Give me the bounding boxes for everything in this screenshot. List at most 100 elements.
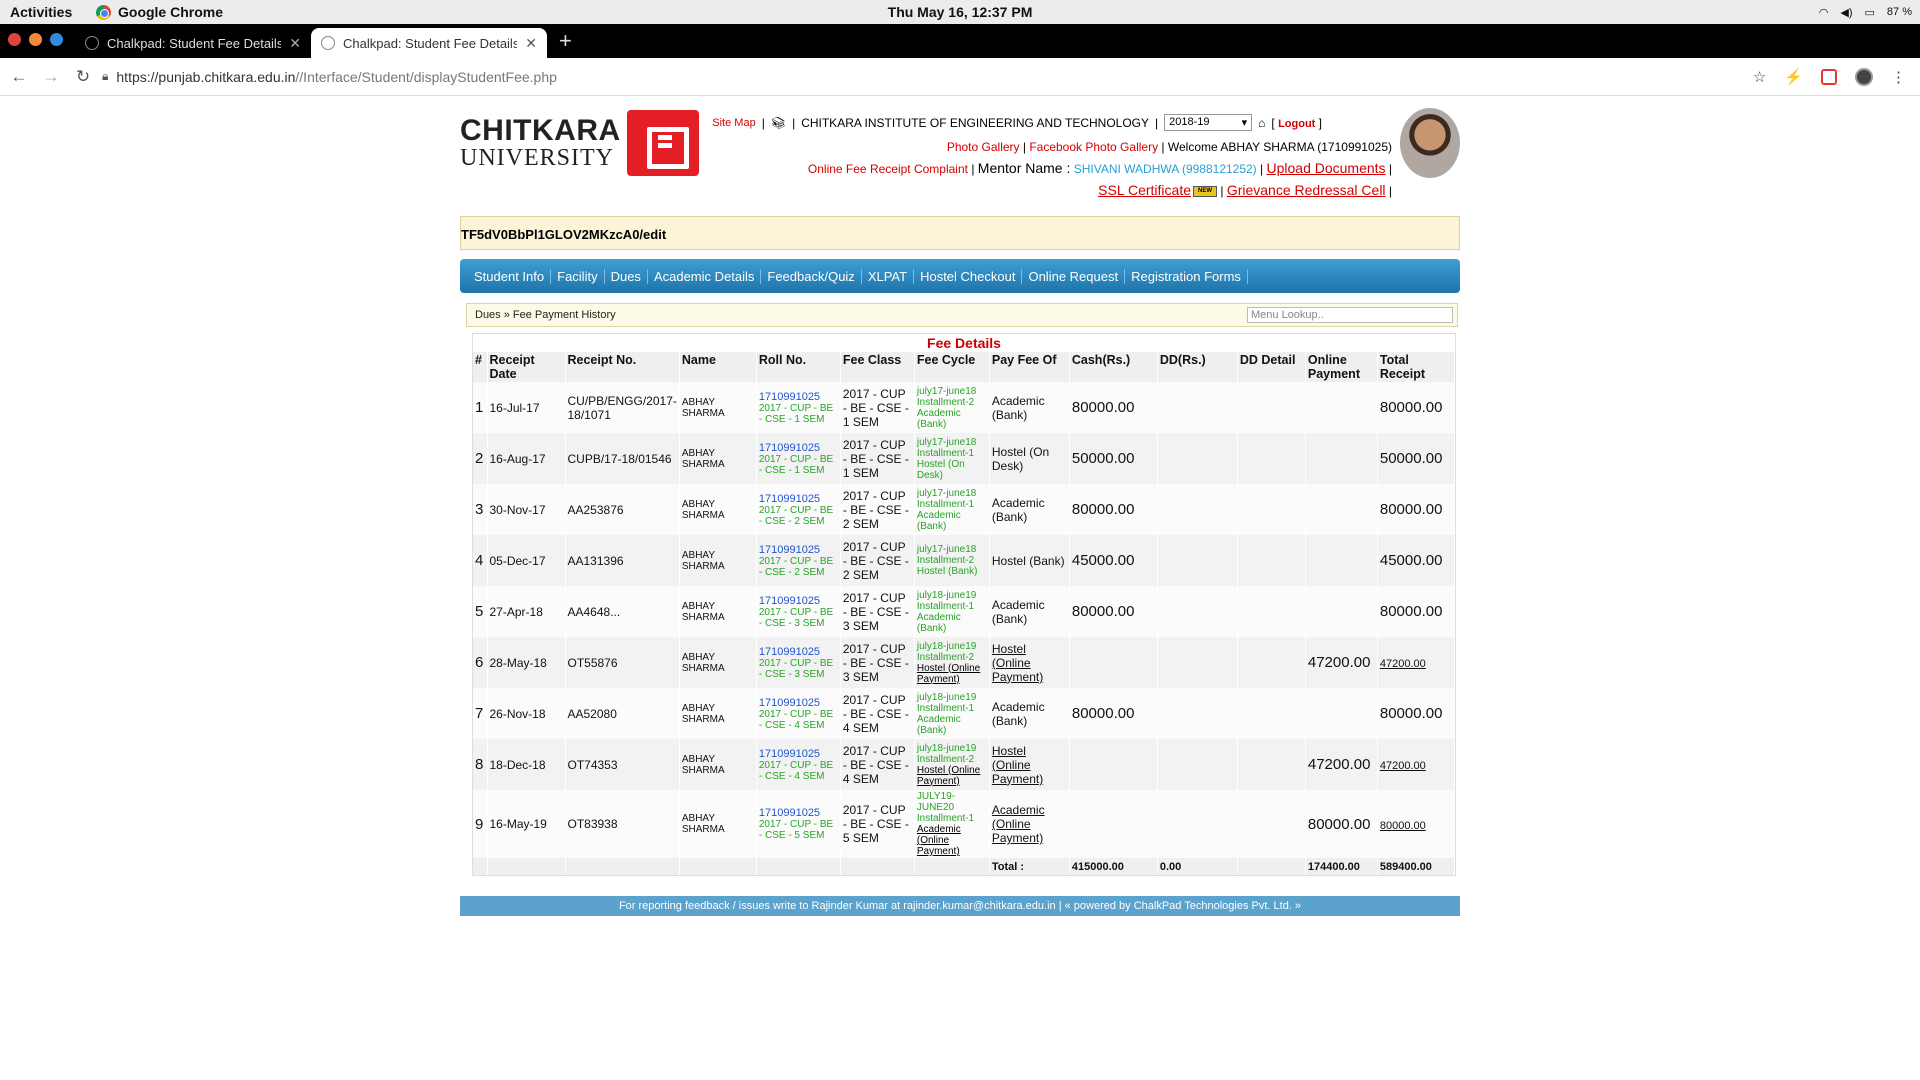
column-header: Total Receipt (1377, 352, 1456, 382)
new-tab-icon[interactable]: + (547, 28, 584, 58)
activities-button[interactable]: Activities (0, 4, 96, 20)
session-select[interactable]: 2018-19 ▾ (1164, 114, 1253, 131)
menu-student-info[interactable]: Student Info (468, 268, 552, 284)
menu-dues[interactable]: Dues (605, 268, 648, 284)
pay-fee-of[interactable]: Hostel (Online Payment) (992, 642, 1043, 684)
photo-gallery-link[interactable]: Photo Gallery (947, 140, 1020, 154)
fee-cycle-link[interactable]: Hostel (Online Payment) (917, 663, 980, 685)
grievance-link[interactable]: Grievance Redressal Cell (1227, 182, 1386, 198)
online-payment (1305, 382, 1378, 433)
total-cash: 415000.00 (1069, 858, 1158, 875)
fee-class: 2017 - CUP - BE - CSE - 4 SEM (840, 688, 915, 739)
facebook-gallery-link[interactable]: Facebook Photo Gallery (1029, 140, 1158, 154)
table-row: 1 16-Jul-17 CU/PB/ENGG/2017-18/1071 ABHAY S… (473, 382, 1456, 433)
books-icon[interactable]: 📚︎ (771, 116, 786, 130)
total-receipt-value: 80000.00 (1379, 603, 1443, 620)
pay-fee-of: Academic (Bank) (991, 393, 1045, 422)
menu-facility[interactable]: Facility (551, 268, 605, 284)
pay-fee-of: Hostel (Bank) (991, 553, 1065, 568)
menu-registration-forms[interactable]: Registration Forms (1125, 268, 1248, 284)
profile-avatar[interactable] (1855, 67, 1873, 86)
main-menu: Student Info Facility Dues Academic Deta… (460, 259, 1460, 293)
pay-fee-of[interactable]: Academic (Online Payment) (992, 803, 1045, 845)
browser-tab-active[interactable]: Chalkpad: Student Fee Details ✕ (311, 28, 547, 58)
pay-fee-of[interactable]: Hostel (Online Payment) (992, 744, 1043, 786)
total-receipt-value: 80000.00 (1379, 399, 1443, 416)
menu-feedback-quiz[interactable]: Feedback/Quiz (761, 268, 862, 284)
extension-badge-icon[interactable] (1821, 68, 1837, 85)
total-receipt-link[interactable]: 80000.00 (1380, 820, 1426, 832)
dd-detail (1237, 637, 1306, 688)
clock[interactable]: Thu May 16, 12:37 PM (888, 4, 1033, 20)
fee-cycle-text: july17-june18 Installment-2 Hostel (Bank… (916, 544, 978, 577)
fee-cycle-link[interactable]: Hostel (Online Payment) (917, 765, 980, 787)
site-map-link[interactable]: Site Map (712, 117, 755, 129)
logout-link[interactable]: Logout (1278, 118, 1315, 130)
system-tray[interactable]: ◠ ◀) ▭ 87 % (1819, 6, 1912, 19)
site-header: CHITKARA UNIVERSITY Site Map | 📚︎ | CHITKA… (460, 96, 1460, 216)
menu-kebab-icon[interactable]: ⋮ (1891, 68, 1906, 86)
university-logo[interactable]: CHITKARA UNIVERSITY (460, 110, 699, 176)
maximize-window-icon[interactable] (50, 33, 63, 46)
row-number: 1 (473, 382, 488, 433)
close-icon[interactable]: ✕ (289, 35, 301, 52)
menu-academic-details[interactable]: Academic Details (648, 268, 762, 284)
online-payment (1305, 484, 1378, 535)
dd-amount (1157, 382, 1238, 433)
reload-icon[interactable]: ↻ (70, 67, 96, 87)
header-line-1: Site Map | 📚︎ | CHITKARA INSTITUTE OF ENGI… (712, 114, 1322, 131)
dd-detail (1237, 688, 1306, 739)
total-receipt-link[interactable]: 47200.00 (1380, 658, 1426, 670)
column-header: Fee Cycle (914, 352, 990, 382)
complaint-link[interactable]: Online Fee Receipt Complaint (808, 162, 968, 176)
tab-title: Chalkpad: Student Fee Details (107, 35, 282, 51)
lock-icon[interactable]: 🔒︎ (102, 69, 108, 84)
row-number: 7 (473, 688, 488, 739)
app-menu[interactable]: Google Chrome (96, 4, 223, 20)
row-number: 5 (473, 586, 488, 637)
back-icon[interactable]: ← (6, 67, 32, 87)
table-row: 2 16-Aug-17 CUPB/17-18/01546 ABHAY SHARMA 17… (473, 433, 1456, 484)
dd-amount (1157, 637, 1238, 688)
total-receipt-link[interactable]: 47200.00 (1380, 760, 1426, 772)
address-bar[interactable]: 🔒︎ https://punjab.chitkara.edu.in//Inter… (102, 62, 1753, 92)
notice-bar: TF5dV0BbPl1GLOV2MKzcA0/edit (460, 216, 1460, 250)
close-icon[interactable]: ✕ (525, 35, 537, 52)
menu-online-request[interactable]: Online Request (1022, 268, 1126, 284)
breadcrumb[interactable]: Dues » Fee Payment History (475, 309, 616, 321)
upload-documents-link[interactable]: Upload Documents (1266, 160, 1385, 176)
roll-no: 1710991025 (758, 696, 821, 709)
forward-icon[interactable]: → (38, 67, 64, 87)
menu-lookup-input[interactable]: Menu Lookup.. (1247, 307, 1453, 323)
dd-amount (1157, 484, 1238, 535)
fee-cycle-link[interactable]: Academic (Online Payment) (917, 824, 961, 857)
wifi-icon: ◠ (1818, 6, 1829, 19)
browser-tab[interactable]: Chalkpad: Student Fee Details ✕ (75, 28, 311, 58)
receipt-no: AA253876 (565, 484, 680, 535)
roll-no: 1710991025 (758, 594, 821, 607)
fee-class: 2017 - CUP - BE - CSE - 5 SEM (840, 790, 915, 858)
minimize-window-icon[interactable] (29, 33, 42, 46)
ssl-certificate-link[interactable]: SSL Certificate (1098, 182, 1191, 198)
new-badge: NEW (1193, 186, 1218, 198)
dd-amount (1157, 535, 1238, 586)
volume-icon: ◀) (1840, 6, 1853, 19)
close-window-icon[interactable] (8, 33, 21, 46)
cash-amount (1069, 739, 1158, 790)
logo-line1: CHITKARA (460, 114, 621, 147)
dd-amount (1157, 739, 1238, 790)
home-icon[interactable]: ⌂ (1258, 116, 1265, 130)
menu-hostel-checkout[interactable]: Hostel Checkout (914, 268, 1023, 284)
cash-amount (1069, 790, 1158, 858)
column-header: Receipt Date (487, 352, 566, 382)
dd-detail (1237, 790, 1306, 858)
row-number: 3 (473, 484, 488, 535)
battery-level: 87 % (1886, 6, 1912, 18)
fee-cycle-text: july18-june19 Installment-2 (916, 640, 977, 663)
student-name: ABHAY SHARMA (679, 790, 757, 858)
bookmark-star-icon[interactable]: ☆ (1753, 68, 1766, 86)
menu-xlpat[interactable]: XLPAT (862, 268, 915, 284)
extension-icon[interactable]: ⚡ (1784, 68, 1803, 86)
student-name: ABHAY SHARMA (679, 739, 757, 790)
online-payment: 47200.00 (1305, 739, 1378, 790)
